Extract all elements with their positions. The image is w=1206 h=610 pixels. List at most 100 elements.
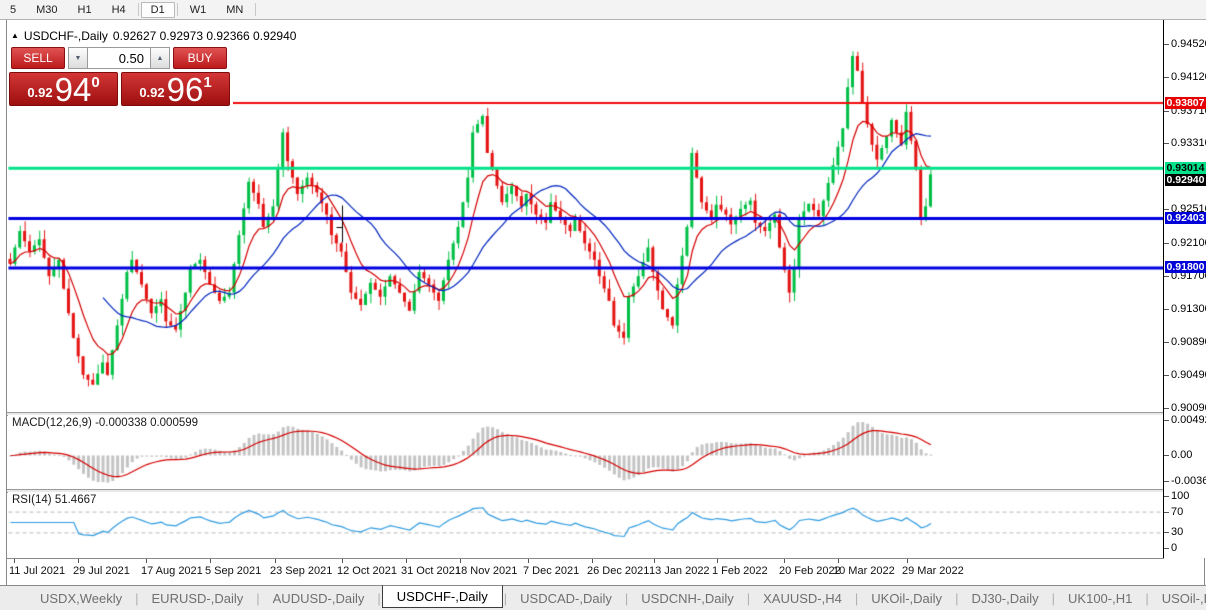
rsi-axis-tick — [1164, 496, 1169, 497]
volume-increase-button[interactable]: ▲ — [150, 47, 170, 69]
tab-usdcad-daily[interactable]: USDCAD-,Daily — [508, 589, 624, 608]
tab-eurusd-daily[interactable]: EURUSD-,Daily — [140, 589, 256, 608]
toolbar-separator — [137, 3, 139, 16]
rsi-indicator-canvas[interactable] — [8, 492, 1163, 557]
tab-xauusd-h4[interactable]: XAUUSD-,H4 — [751, 589, 854, 608]
sell-price-big: 94 — [54, 70, 92, 108]
buy-price-big: 96 — [166, 70, 204, 108]
date-axis-tick — [210, 559, 211, 563]
date-axis-tick — [838, 559, 839, 563]
buy-price-button[interactable]: 0.92 96 1 — [121, 72, 230, 106]
price-axis-label: 0.90890 — [1171, 336, 1206, 349]
one-click-trading-panel: ▲ USDCHF-,Daily 0.92627 0.92973 0.92366 … — [7, 26, 296, 109]
macd-axis-label: 0.00 — [1171, 449, 1193, 461]
price-axis-tick — [1164, 242, 1169, 244]
price-axis-tick — [1164, 43, 1169, 45]
date-axis-label: 12 Oct 2021 — [337, 565, 397, 577]
price-axis-label: 0.94120 — [1171, 70, 1206, 83]
price-axis-tick — [1164, 209, 1169, 211]
timeframe-toolbar: 5 M30 H1 H4 D1 W1 MN — [0, 0, 1206, 20]
timeframe-button-h4[interactable]: H4 — [102, 2, 136, 18]
date-axis-tick — [406, 559, 407, 563]
timeframe-button-h1[interactable]: H1 — [68, 2, 102, 18]
arrow-up-icon: ▲ — [156, 54, 164, 62]
rsi-axis-label: 30 — [1171, 526, 1184, 539]
date-axis-tick — [592, 559, 593, 563]
rsi-axis-label: 100 — [1171, 490, 1190, 502]
arrow-down-icon: ▼ — [74, 54, 82, 62]
timeframe-button-mn[interactable]: MN — [216, 2, 253, 18]
price-axis-label: 0.90090 — [1171, 401, 1206, 414]
volume-input[interactable] — [88, 47, 150, 69]
price-axis-label: 0.92100 — [1171, 236, 1206, 249]
price-axis-tick — [1164, 375, 1169, 377]
toolbar-separator — [176, 3, 178, 16]
date-axis-label: 26 Dec 2021 — [587, 565, 650, 577]
date-axis-tick — [654, 559, 655, 563]
date-axis-tick — [784, 559, 785, 563]
tab-usdcnh-daily[interactable]: USDCNH-,Daily — [629, 589, 745, 608]
timeframe-button-w1[interactable]: W1 — [180, 2, 217, 18]
date-axis: 11 Jul 2021 29 Jul 2021 17 Aug 2021 5 Sep 2… — [7, 558, 1164, 586]
macd-axis-label: 0.004926 — [1171, 413, 1206, 426]
date-axis-tick — [460, 559, 461, 563]
price-axis-tick — [1164, 76, 1169, 78]
ohlc-values: 0.92627 0.92973 0.92366 0.92940 — [112, 29, 297, 43]
price-axis-label: 0.93310 — [1171, 137, 1206, 150]
timeframe-button-5[interactable]: 5 — [0, 2, 26, 18]
price-level-label: 0.93807 — [1165, 96, 1206, 109]
macd-axis-tick — [1164, 419, 1169, 421]
rsi-label: RSI(14) 51.4667 — [12, 494, 97, 506]
sell-price-prefix: 0.92 — [27, 85, 53, 100]
tab-ukoil-daily[interactable]: UKOil-,Daily — [859, 589, 954, 608]
sell-price-button[interactable]: 0.92 94 0 — [9, 72, 118, 106]
rsi-axis-tick — [1164, 548, 1169, 549]
sell-button[interactable]: SELL — [11, 47, 65, 69]
date-axis-label: 17 Aug 2021 — [141, 565, 203, 577]
date-axis-label: 10 Mar 2022 — [833, 565, 895, 577]
rsi-axis-tick — [1164, 511, 1169, 513]
date-axis-tick — [275, 559, 276, 563]
tab-uk100-h1[interactable]: UK100-,H1 — [1056, 589, 1144, 608]
sell-price-pip: 0 — [91, 74, 100, 91]
date-axis-label: 11 Jul 2021 — [9, 565, 66, 577]
price-axis-tick — [1164, 143, 1169, 145]
volume-decrease-button[interactable]: ▼ — [68, 47, 88, 69]
tab-audusd-daily[interactable]: AUDUSD-,Daily — [261, 589, 377, 608]
tab-usdx-weekly[interactable]: USDX,Weekly — [28, 589, 134, 608]
tab-usoil-h1[interactable]: USOil-,H1 — [1150, 589, 1206, 608]
timeframe-button-d1[interactable]: D1 — [140, 1, 175, 18]
date-axis-tick — [14, 559, 15, 563]
date-axis-label: 23 Sep 2021 — [270, 565, 333, 577]
price-level-label: 0.93014 — [1165, 161, 1206, 174]
price-axis-tick — [1164, 342, 1169, 344]
date-axis-tick — [907, 559, 908, 563]
date-axis-tick — [342, 559, 343, 563]
date-axis-label: 31 Oct 2021 — [401, 565, 461, 577]
buy-button[interactable]: BUY — [173, 47, 227, 69]
date-axis-label: 29 Mar 2022 — [902, 565, 964, 577]
date-axis-label: 7 Dec 2021 — [523, 565, 580, 577]
date-axis-label: 20 Feb 2022 — [779, 565, 841, 577]
price-axis-label: 0.94520 — [1171, 37, 1206, 50]
chart-window: 5M30H1H4D1W1MN 0.945200.941200.937100.93… — [0, 0, 1206, 610]
date-axis-tick — [78, 559, 79, 563]
price-axis-tick — [1164, 407, 1169, 409]
price-axis-border — [1163, 20, 1164, 558]
price-axis-label: 0.91300 — [1171, 302, 1206, 315]
rsi-axis-label: 0 — [1171, 542, 1178, 554]
price-axis-tick — [1164, 110, 1169, 112]
date-axis-tick — [528, 559, 529, 563]
macd-axis-label: -0.00361 — [1171, 474, 1206, 487]
date-axis-label: 18 Nov 2021 — [455, 565, 518, 577]
timeframe-button-m30[interactable]: M30 — [26, 2, 67, 18]
price-axis-label: 0.90490 — [1171, 369, 1206, 382]
date-axis-label: 1 Feb 2022 — [712, 565, 768, 577]
price-axis-tick — [1164, 275, 1169, 277]
buy-price-prefix: 0.92 — [139, 85, 165, 100]
date-axis-tick — [717, 559, 718, 563]
collapse-panel-icon[interactable]: ▲ — [11, 32, 19, 40]
price-axis-tick — [1164, 308, 1169, 310]
tab-usdchf-daily[interactable]: USDCHF-,Daily — [381, 585, 503, 608]
tab-dj30-daily[interactable]: DJ30-,Daily — [959, 589, 1050, 608]
